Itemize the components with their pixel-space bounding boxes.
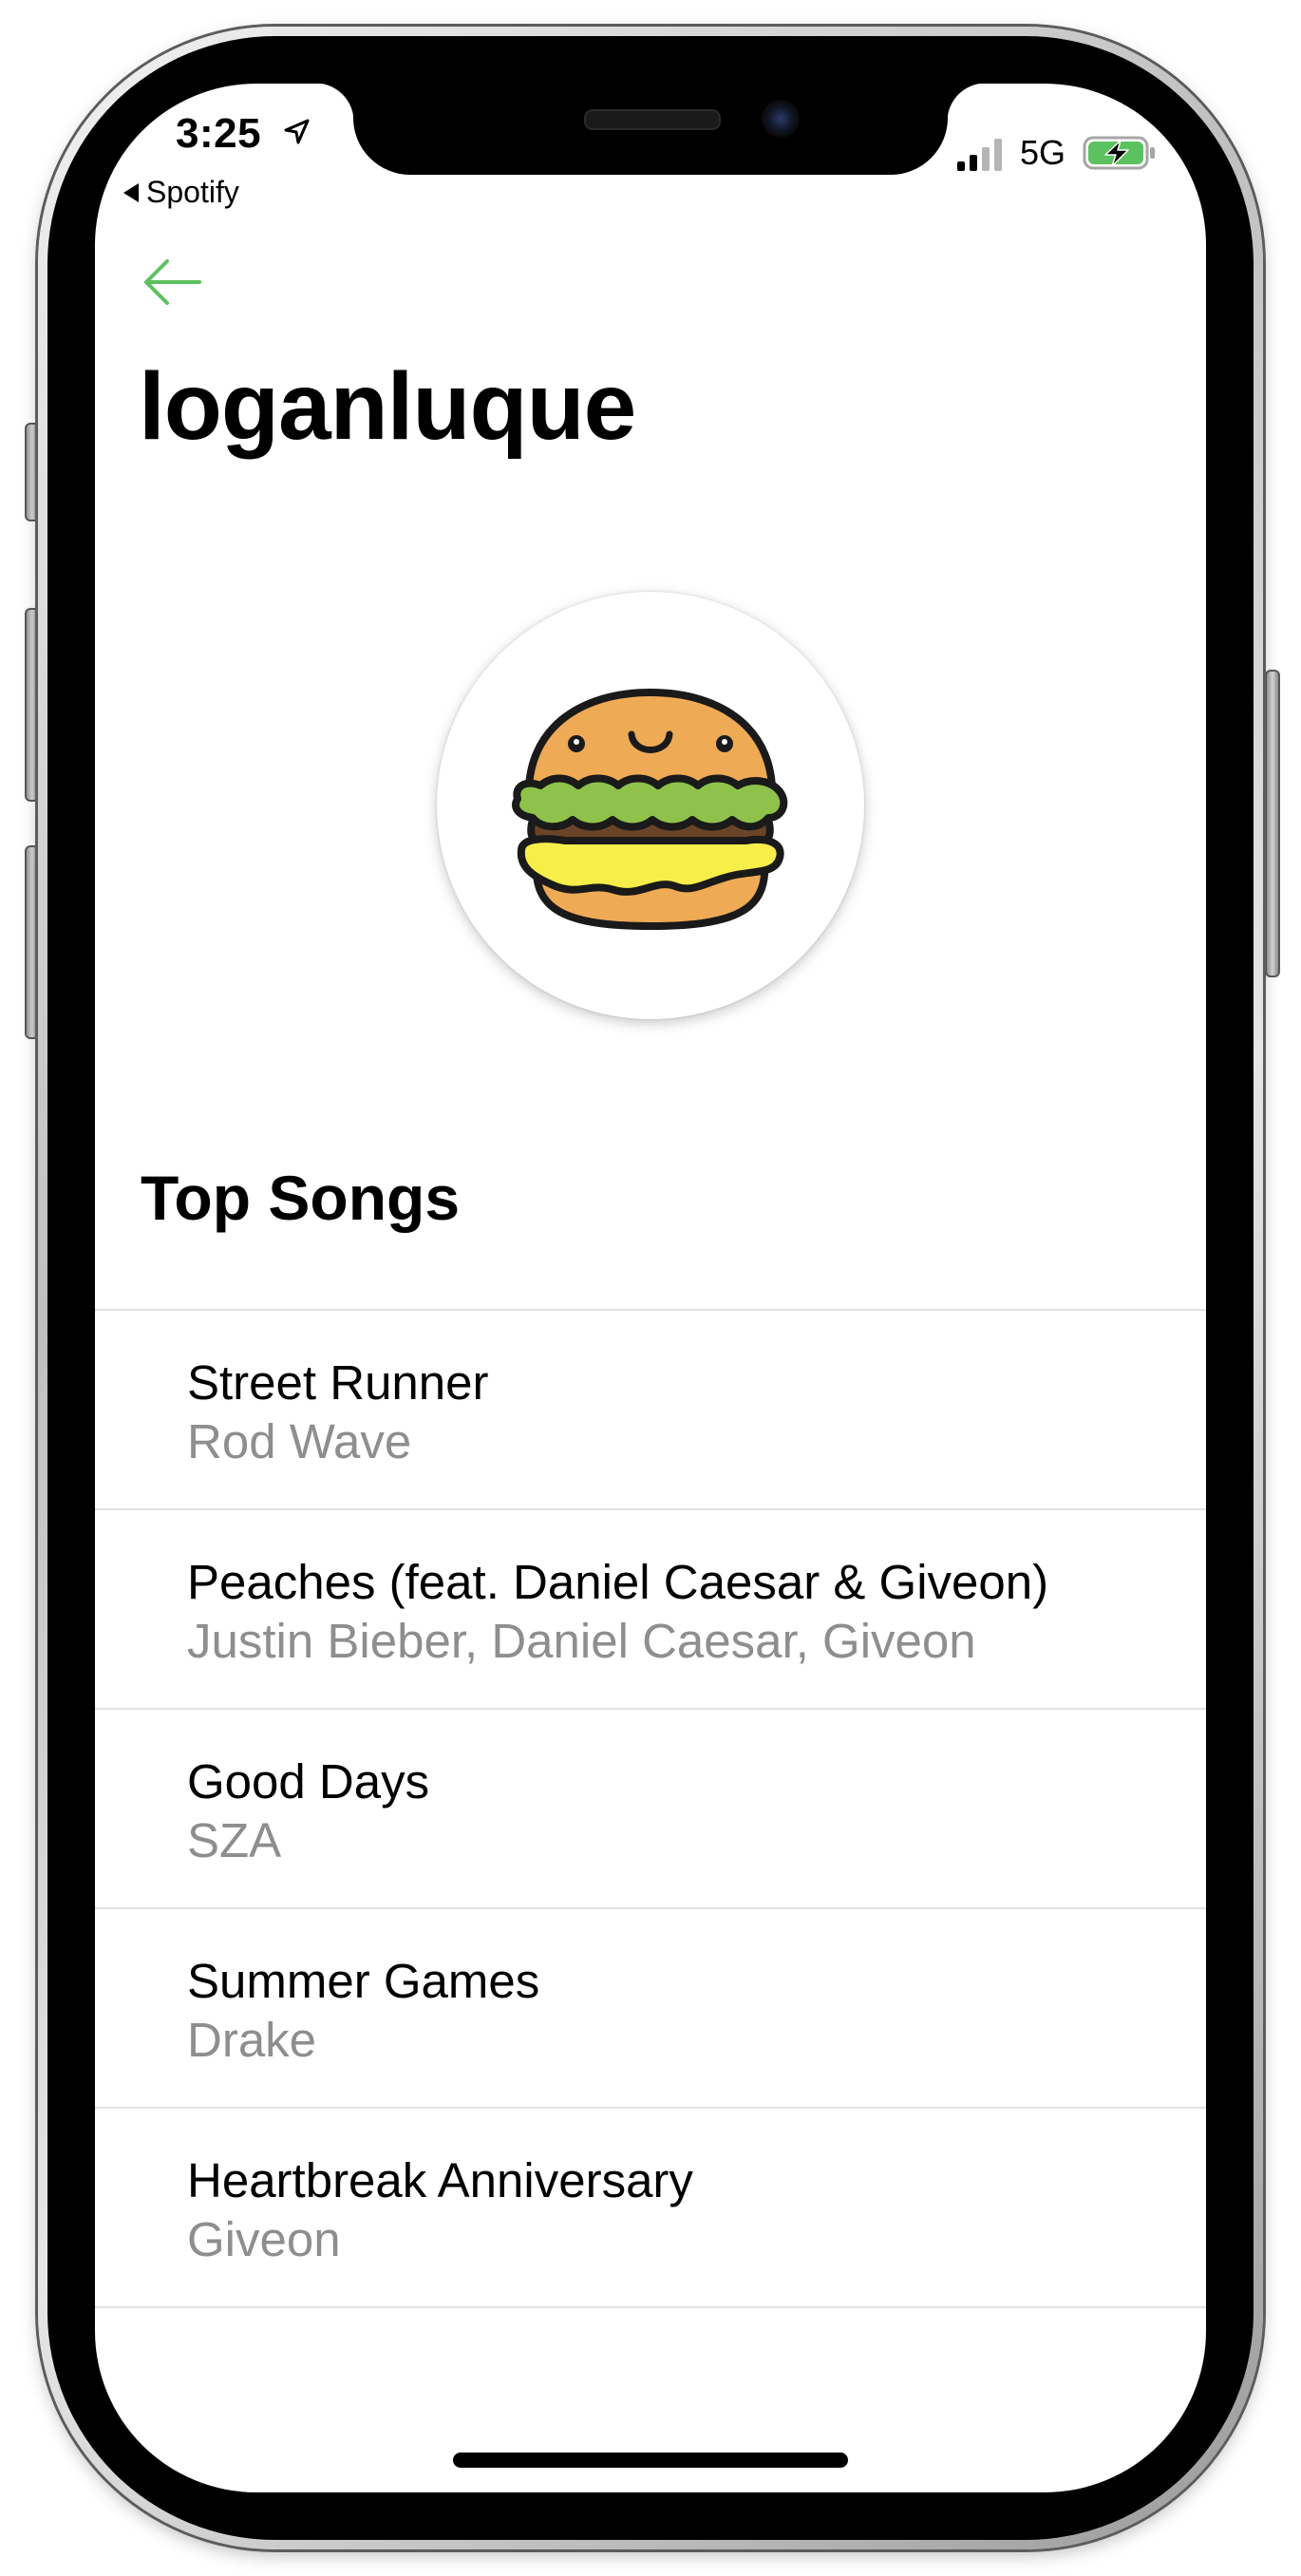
power-button xyxy=(1265,670,1280,977)
battery-charging-icon xyxy=(1083,136,1155,170)
profile-avatar xyxy=(437,592,864,1019)
song-artist: Justin Bieber, Daniel Caesar, Giveon xyxy=(187,1614,976,1668)
top-songs-list: Street Runner Rod Wave Peaches (feat. Da… xyxy=(95,1309,1206,2308)
song-row[interactable]: Heartbreak Anniversary Giveon xyxy=(95,2107,1206,2308)
song-title: Street Runner xyxy=(187,1355,489,1410)
song-artist: Drake xyxy=(187,2013,317,2067)
song-title: Good Days xyxy=(187,1754,430,1809)
notch xyxy=(315,84,986,175)
song-title: Heartbreak Anniversary xyxy=(187,2153,693,2207)
song-artist: Giveon xyxy=(187,2212,341,2266)
back-triangle-icon xyxy=(123,182,139,202)
status-time: 3:25 xyxy=(176,110,262,157)
screen: 3:25 Spotify 5G loganluque Top Songs Str… xyxy=(95,84,1206,2492)
back-to-app-link[interactable]: Spotify xyxy=(123,175,239,210)
network-type: 5G xyxy=(1020,133,1066,172)
song-row[interactable]: Summer Games Drake xyxy=(95,1907,1206,2107)
page-title: loganluque xyxy=(139,353,636,460)
song-artist: Rod Wave xyxy=(187,1414,412,1468)
device-canvas: 3:25 Spotify 5G loganluque Top Songs Str… xyxy=(0,0,1301,2576)
arrow-left-icon[interactable] xyxy=(141,256,203,308)
song-row[interactable]: Good Days SZA xyxy=(95,1708,1206,1907)
song-title: Peaches (feat. Daniel Caesar & Giveon) xyxy=(187,1555,1049,1609)
back-app-label: Spotify xyxy=(146,175,239,209)
home-indicator[interactable] xyxy=(453,2453,848,2468)
song-row[interactable]: Peaches (feat. Daniel Caesar & Giveon) J… xyxy=(95,1508,1206,1708)
song-title: Summer Games xyxy=(187,1954,540,2008)
earpiece-speaker xyxy=(584,109,721,130)
signal-icon xyxy=(957,139,1002,171)
song-artist: SZA xyxy=(187,1813,282,1867)
song-row[interactable]: Street Runner Rod Wave xyxy=(95,1309,1206,1508)
burger-avatar-icon xyxy=(512,689,788,930)
location-arrow-icon xyxy=(284,119,310,144)
front-camera xyxy=(762,100,800,138)
top-songs-heading: Top Songs xyxy=(141,1163,461,1233)
